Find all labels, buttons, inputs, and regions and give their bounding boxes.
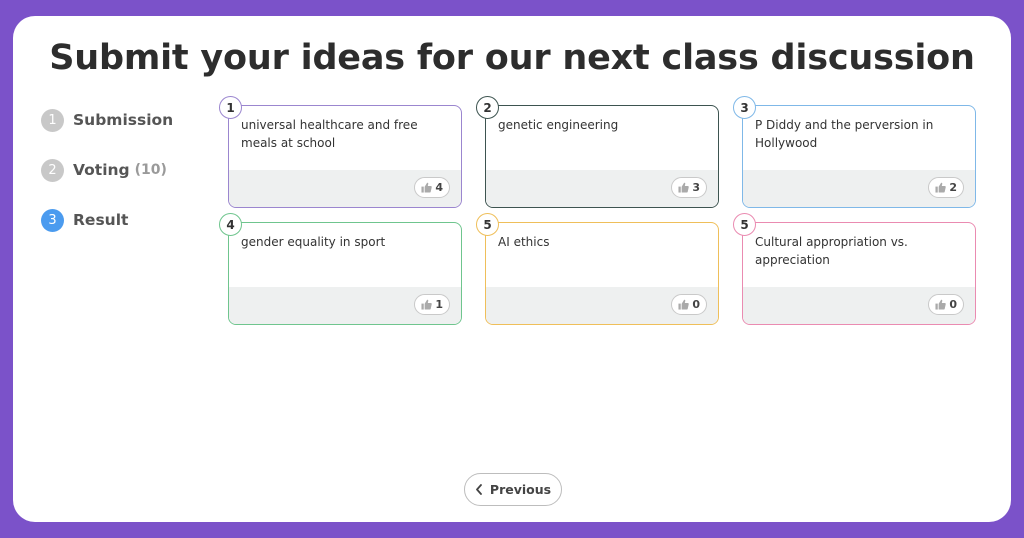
step-result[interactable]: 3 Result <box>41 208 128 232</box>
step-number: 1 <box>41 108 64 132</box>
rank-badge: 5 <box>476 213 499 236</box>
rank-badge: 3 <box>733 96 756 119</box>
vote-button[interactable]: 3 <box>671 177 707 198</box>
rank-badge: 5 <box>733 213 756 236</box>
thumbs-up-icon <box>421 182 433 193</box>
vote-button[interactable]: 2 <box>928 177 964 198</box>
card-footer: 2 <box>743 170 975 207</box>
thumbs-up-icon <box>678 182 690 193</box>
step-number: 3 <box>41 208 64 232</box>
idea-card[interactable]: AI ethics 0 5 <box>476 213 719 325</box>
idea-text: universal healthcare and free meals at s… <box>241 118 418 150</box>
idea-card[interactable]: gender equality in sport 1 4 <box>219 213 462 325</box>
vote-count: 0 <box>949 298 957 311</box>
thumbs-up-icon <box>935 182 947 193</box>
vote-button[interactable]: 0 <box>671 294 707 315</box>
card-footer: 4 <box>229 170 461 207</box>
idea-text: Cultural appropriation vs. appreciation <box>755 235 908 267</box>
step-label: Submission <box>73 111 174 129</box>
card-footer: 0 <box>486 287 718 324</box>
idea-text: P Diddy and the perversion in Hollywood <box>755 118 934 150</box>
chevron-left-icon <box>476 484 482 495</box>
idea-card[interactable]: genetic engineering 3 2 <box>476 96 719 208</box>
idea-text: AI ethics <box>498 235 550 249</box>
rank-badge: 4 <box>219 213 242 236</box>
idea-text: genetic engineering <box>498 118 619 132</box>
vote-count: 2 <box>949 181 957 194</box>
vote-button[interactable]: 1 <box>414 294 450 315</box>
step-number: 2 <box>41 158 64 182</box>
voting-count: (10) <box>134 162 167 178</box>
card-footer: 0 <box>743 287 975 324</box>
idea-card[interactable]: Cultural appropriation vs. appreciation … <box>733 213 976 325</box>
thumbs-up-icon <box>678 299 690 310</box>
idea-card[interactable]: universal healthcare and free meals at s… <box>219 96 462 208</box>
previous-button[interactable]: Previous <box>464 473 562 506</box>
step-label: Voting <box>73 161 130 179</box>
vote-count: 3 <box>692 181 700 194</box>
thumbs-up-icon <box>421 299 433 310</box>
step-label: Result <box>73 211 129 229</box>
vote-count: 1 <box>435 298 443 311</box>
vote-count: 4 <box>435 181 443 194</box>
card-footer: 3 <box>486 170 718 207</box>
rank-badge: 2 <box>476 96 499 119</box>
step-voting[interactable]: 2 Voting (10) <box>41 158 167 182</box>
page-title: Submit your ideas for our next class dis… <box>49 38 975 78</box>
rank-badge: 1 <box>219 96 242 119</box>
thumbs-up-icon <box>935 299 947 310</box>
step-submission[interactable]: 1 Submission <box>41 108 173 132</box>
idea-card[interactable]: P Diddy and the perversion in Hollywood … <box>733 96 976 208</box>
vote-count: 0 <box>692 298 700 311</box>
idea-text: gender equality in sport <box>241 235 386 249</box>
card-footer: 1 <box>229 287 461 324</box>
vote-button[interactable]: 0 <box>928 294 964 315</box>
previous-label: Previous <box>489 482 552 497</box>
vote-button[interactable]: 4 <box>414 177 450 198</box>
